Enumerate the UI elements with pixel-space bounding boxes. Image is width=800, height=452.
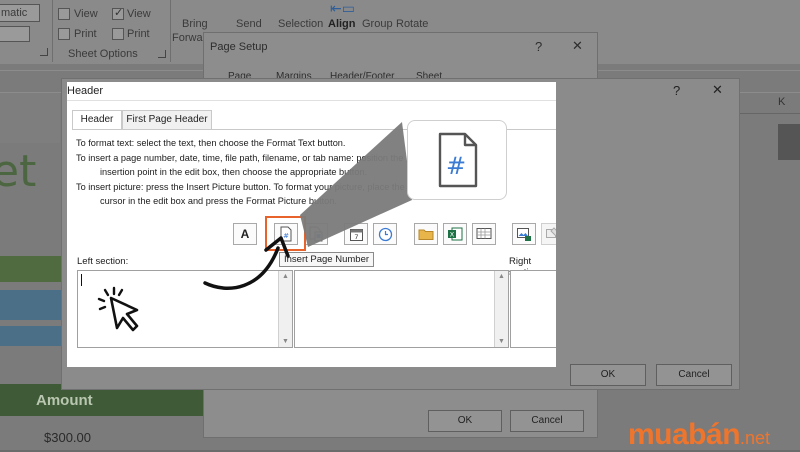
logo-tld-text: .net — [740, 428, 771, 448]
pointing-arrow-icon — [203, 236, 290, 290]
logo-brand-text: muabán — [628, 418, 741, 451]
muaban-logo: muabán.net — [628, 418, 770, 452]
